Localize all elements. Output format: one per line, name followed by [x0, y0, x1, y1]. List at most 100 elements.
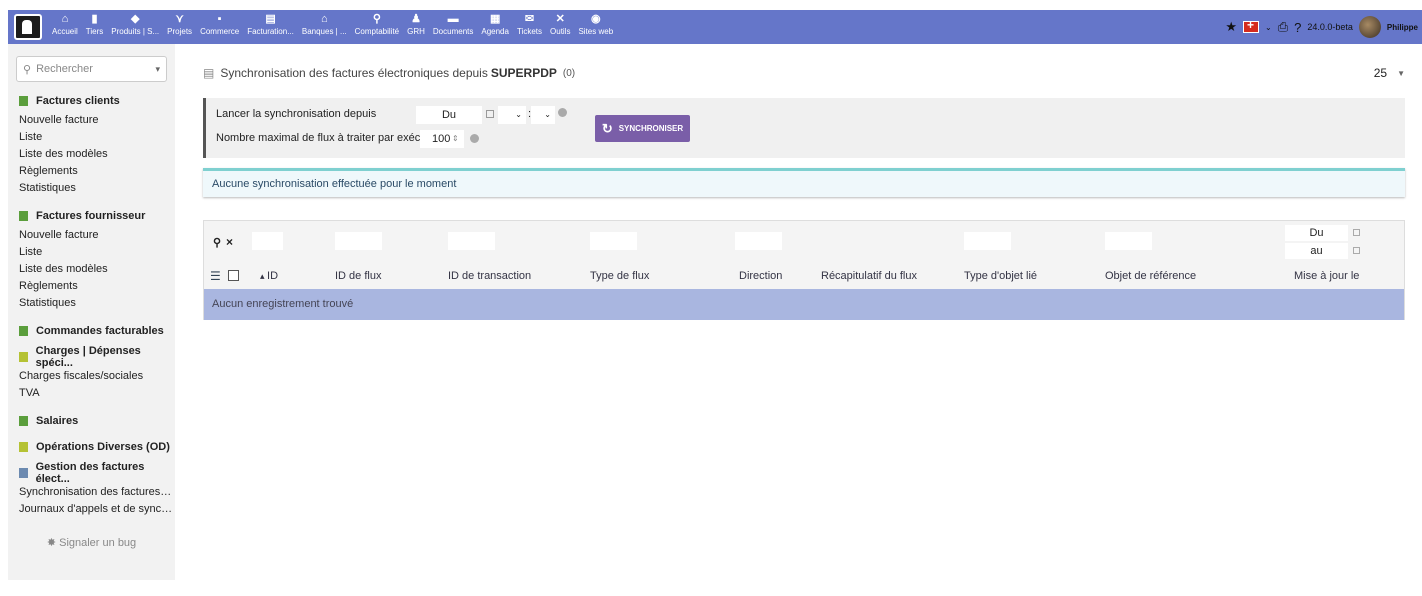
- menu-item-label: Outils: [550, 27, 571, 36]
- sidebar-link[interactable]: Liste: [8, 244, 173, 261]
- menu-item-12[interactable]: ✕ Outils: [546, 10, 574, 44]
- print-icon[interactable]: ⎙: [1278, 19, 1288, 35]
- filter-transaction-id-input[interactable]: [448, 232, 495, 250]
- sidebar-link[interactable]: Statistiques: [8, 180, 173, 197]
- synchronize-button[interactable]: ↻ SYNCHRONISER: [595, 115, 690, 142]
- stepper-icon[interactable]: ⇕: [452, 134, 459, 143]
- column-header[interactable]: ID de transaction: [448, 270, 531, 282]
- column-header[interactable]: Type d'objet lié: [964, 270, 1037, 282]
- menu-item-7[interactable]: ⚲ Comptabilité: [351, 10, 403, 44]
- cube-icon: ◆: [130, 13, 140, 25]
- help-icon[interactable]: ?: [1294, 20, 1301, 35]
- sidebar-link[interactable]: Liste: [8, 129, 173, 146]
- page-size-select[interactable]: 25 ▼: [1374, 66, 1405, 80]
- sidebar-link[interactable]: TVA: [8, 385, 173, 402]
- info-icon[interactable]: [558, 108, 567, 117]
- menu-item-4[interactable]: ▪ Commerce: [196, 10, 243, 44]
- sidebar-section: Charges | Dépenses spéci... Charges fisca…: [8, 345, 175, 402]
- column-header[interactable]: Type de flux: [590, 270, 649, 282]
- column-header-label: Mise à jour le: [1294, 270, 1360, 282]
- sidebar-section: Salaires: [8, 414, 175, 428]
- column-header[interactable]: Récapitulatif du flux: [821, 270, 917, 282]
- sidebar-section-title[interactable]: Factures fournisseur: [8, 209, 175, 223]
- users-icon: ♟: [411, 13, 421, 25]
- sidebar-link[interactable]: Règlements: [8, 278, 173, 295]
- filter-direction-input[interactable]: [735, 232, 782, 250]
- filter-object-type-input[interactable]: [964, 232, 1011, 250]
- main-content: ▤ Synchronisation des factures électroni…: [203, 44, 1405, 320]
- sidebar-section-title[interactable]: Gestion des factures élect...: [8, 461, 175, 485]
- sidebar-link[interactable]: Liste des modèles: [8, 261, 173, 278]
- sync-panel: Lancer la synchronisation depuis Du ⌄ : …: [203, 98, 1405, 158]
- sidebar-section-title[interactable]: Charges | Dépenses spéci...: [8, 345, 175, 369]
- search-icon[interactable]: ⚲: [213, 236, 221, 249]
- sidebar-section-label: Charges | Dépenses spéci...: [35, 345, 141, 369]
- calendar-icon[interactable]: [486, 110, 494, 118]
- sidebar-section-title[interactable]: Opérations Diverses (OD): [8, 440, 175, 454]
- hour-select[interactable]: ⌄: [498, 106, 526, 124]
- bookmark-star-icon[interactable]: ★: [1225, 19, 1237, 35]
- sidebar-link[interactable]: Liste des modèles: [8, 146, 173, 163]
- page-header: ▤ Synchronisation des factures électroni…: [203, 44, 1405, 102]
- menu-item-10[interactable]: ▦ Agenda: [477, 10, 513, 44]
- list-icon[interactable]: ☰: [210, 269, 221, 283]
- column-header[interactable]: ▴ ID: [260, 270, 278, 282]
- clear-filter-icon[interactable]: ×: [226, 235, 233, 249]
- menu-item-11[interactable]: ✉ Tickets: [513, 10, 546, 44]
- user-avatar[interactable]: [1358, 16, 1381, 38]
- section-icon: [19, 442, 28, 452]
- section-icon: [19, 211, 28, 221]
- menu-item-6[interactable]: ⌂ Banques | ...: [298, 10, 351, 44]
- menu-item-label: Commerce: [200, 27, 240, 36]
- sidebar-search-input[interactable]: ⚲ Rechercher ▾: [16, 56, 167, 82]
- column-header[interactable]: ID de flux: [335, 270, 381, 282]
- filter-date-to-input[interactable]: au: [1285, 243, 1348, 259]
- column-header[interactable]: Mise à jour le: [1294, 270, 1359, 282]
- sidebar-link[interactable]: Règlements: [8, 163, 173, 180]
- chevron-down-icon[interactable]: ⌄: [1265, 23, 1272, 32]
- filter-date-from-input[interactable]: Du: [1285, 225, 1348, 241]
- column-header-label: Direction: [739, 270, 783, 282]
- menu-item-8[interactable]: ♟ GRH: [403, 10, 429, 44]
- calendar-icon[interactable]: [1353, 229, 1360, 236]
- menu-item-label: Banques | ...: [301, 27, 347, 36]
- minute-select[interactable]: ⌄: [531, 106, 555, 124]
- column-header[interactable]: Direction: [739, 270, 782, 282]
- column-header-label: Type de flux: [590, 270, 650, 282]
- sidebar-section-title[interactable]: Commandes facturables: [8, 324, 175, 338]
- filter-flux-id-input[interactable]: [335, 232, 382, 250]
- section-icon: [19, 416, 28, 426]
- filter-id-input[interactable]: [252, 232, 283, 250]
- sidebar-link[interactable]: Statistiques: [8, 295, 173, 312]
- app-logo[interactable]: [14, 14, 42, 40]
- sync-date-input[interactable]: Du: [416, 106, 482, 124]
- sidebar-section-title[interactable]: Salaires: [8, 414, 175, 428]
- info-notice: Aucune synchronisation effectuée pour le…: [203, 168, 1405, 197]
- filter-reference-input[interactable]: [1105, 232, 1152, 250]
- sidebar-section-title[interactable]: Factures clients: [8, 94, 175, 108]
- language-flag-icon[interactable]: [1242, 18, 1259, 33]
- chevron-down-icon[interactable]: ▾: [155, 64, 160, 75]
- menu-item-2[interactable]: ◆ Produits | S...: [107, 10, 163, 44]
- info-icon[interactable]: [470, 134, 479, 143]
- select-all-checkbox[interactable]: [228, 270, 239, 281]
- menu-item-1[interactable]: ▮ Tiers: [82, 10, 107, 44]
- calendar-icon[interactable]: [1353, 247, 1360, 254]
- menu-item-3[interactable]: ⋎ Projets: [163, 10, 196, 44]
- user-name[interactable]: Philippe: [1387, 23, 1418, 32]
- sidebar-link[interactable]: Nouvelle facture: [8, 227, 173, 244]
- sidebar-link[interactable]: Journaux d'appels et de synchro...: [8, 501, 173, 518]
- column-header-label: ID de flux: [335, 270, 382, 282]
- sidebar-link[interactable]: Charges fiscales/sociales: [8, 368, 173, 385]
- folder-icon: ▬: [447, 13, 459, 25]
- filter-flux-type-input[interactable]: [590, 232, 637, 250]
- column-header[interactable]: Objet de référence: [1105, 270, 1196, 282]
- menu-item-5[interactable]: ▤ Facturation...: [243, 10, 298, 44]
- menu-item-0[interactable]: ⌂ Accueil: [48, 10, 82, 44]
- report-bug-link[interactable]: ✸ Signaler un bug: [8, 536, 175, 549]
- menu-item-9[interactable]: ▬ Documents: [429, 10, 477, 44]
- sidebar-link[interactable]: Synchronisation des factures él...: [8, 484, 173, 501]
- menu-item-13[interactable]: ◉ Sites web: [574, 10, 617, 44]
- column-header-label: ID de transaction: [448, 270, 532, 282]
- sidebar-link[interactable]: Nouvelle facture: [8, 112, 173, 129]
